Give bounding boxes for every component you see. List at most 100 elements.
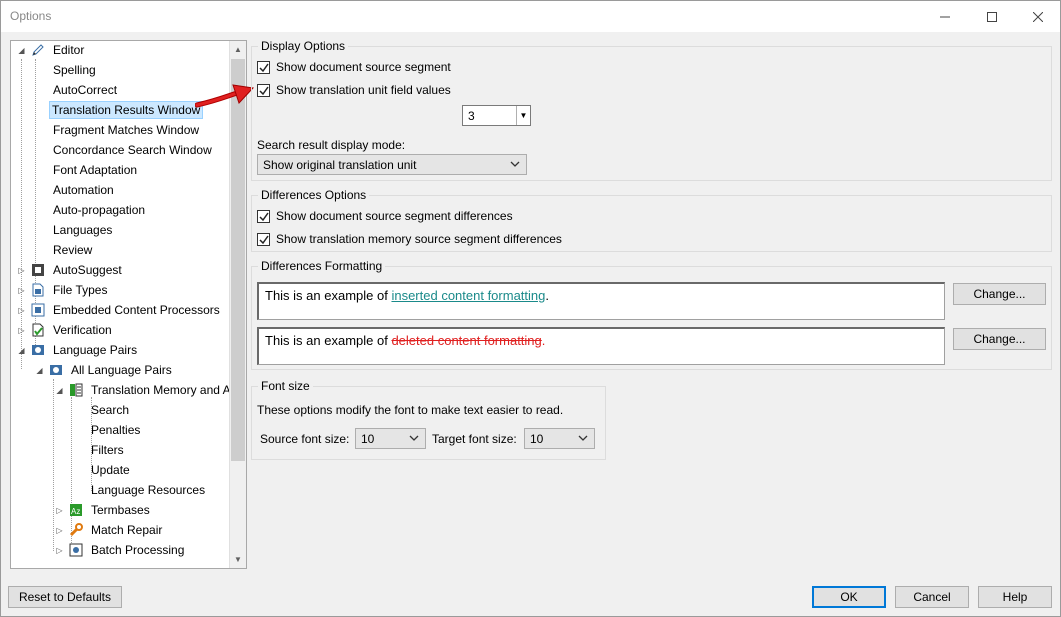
tree-item-editor[interactable]: Editor [51, 41, 86, 59]
collapse-icon[interactable]: ◢ [17, 346, 26, 355]
ok-button[interactable]: OK [812, 586, 886, 608]
tree-item-auto-propagation[interactable]: Auto-propagation [51, 201, 147, 219]
show-tu-field-values-checkbox[interactable] [257, 83, 270, 97]
translation-memory-icon [69, 383, 83, 397]
source-diff-checkbox[interactable] [257, 209, 270, 223]
expand-icon[interactable]: ▷ [55, 506, 64, 515]
tree-item-batch-processing[interactable]: Batch Processing [89, 541, 186, 559]
tree-item-all-language-pairs[interactable]: All Language Pairs [69, 361, 174, 379]
tree-item-embedded-content-processors[interactable]: Embedded Content Processors [51, 301, 222, 319]
collapse-icon[interactable]: ◢ [55, 386, 64, 395]
tree-guide [53, 379, 54, 551]
deleted-example-text: deleted content formatting [391, 333, 542, 348]
source-font-size-dropdown[interactable]: 10 [355, 428, 426, 449]
checkmark-icon [259, 86, 269, 95]
font-size-description: These options modify the font to make te… [257, 403, 564, 417]
tree-item-search[interactable]: Search [89, 401, 131, 419]
tree-item-automation[interactable]: Automation [51, 181, 116, 199]
tree-item-fragment-matches-window[interactable]: Fragment Matches Window [51, 121, 201, 139]
tree-item-translation-results-window[interactable]: Translation Results Window [49, 101, 204, 119]
target-font-size-dropdown[interactable]: 10 [524, 428, 595, 449]
tree-item-match-repair[interactable]: Match Repair [89, 521, 164, 539]
source-diff-row[interactable]: Show document source segment differences [257, 208, 513, 224]
tree-item-filters[interactable]: Filters [89, 441, 126, 459]
checkmark-icon [259, 235, 269, 244]
tree-item-update[interactable]: Update [89, 461, 132, 479]
show-source-segment-checkbox[interactable] [257, 60, 270, 74]
tree-item-review[interactable]: Review [51, 241, 94, 259]
embedded-content-icon [31, 303, 45, 317]
collapse-icon[interactable]: ◢ [17, 46, 26, 55]
show-tu-field-values-row[interactable]: Show translation unit field values [257, 82, 451, 98]
expand-icon[interactable]: ▷ [17, 266, 26, 275]
chevron-down-icon [409, 435, 419, 441]
tree-item-verification[interactable]: Verification [51, 321, 114, 339]
collapse-icon[interactable]: ◢ [35, 366, 44, 375]
termbase-icon: Az [69, 503, 83, 517]
font-size-title: Font size [258, 379, 313, 393]
title-bar: Options [1, 1, 1060, 32]
scroll-down-icon[interactable]: ▼ [230, 551, 246, 568]
scrollbar-thumb[interactable] [231, 59, 245, 461]
show-source-segment-row[interactable]: Show document source segment [257, 59, 451, 75]
inserted-suffix: . [545, 288, 549, 303]
field-count-value: 3 [468, 108, 475, 123]
chevron-down-icon [578, 435, 588, 441]
show-tu-field-values-label: Show translation unit field values [276, 83, 451, 97]
tree-item-languages[interactable]: Languages [51, 221, 114, 239]
field-count-combo[interactable]: 3 ▼ [462, 105, 531, 126]
file-types-icon [31, 283, 45, 297]
close-button[interactable] [1015, 1, 1061, 32]
tree-item-penalties[interactable]: Penalties [89, 421, 142, 439]
tree-item-language-pairs[interactable]: Language Pairs [51, 341, 139, 359]
differences-options-title: Differences Options [258, 188, 370, 202]
cancel-button[interactable]: Cancel [895, 586, 969, 608]
search-mode-dropdown[interactable]: Show original translation unit [257, 154, 527, 175]
target-font-size-label: Target font size: [432, 432, 517, 446]
tree-item-termbases[interactable]: Termbases [89, 501, 152, 519]
expand-icon[interactable]: ▷ [17, 306, 26, 315]
options-dialog: Options ◢ Editor Spelling AutoCorrect Tr… [0, 0, 1061, 617]
tree-item-translation-memory[interactable]: Translation Memory and A [89, 381, 233, 399]
autosuggest-icon [31, 263, 45, 277]
tm-diff-checkbox[interactable] [257, 232, 270, 246]
tree-item-autosuggest[interactable]: AutoSuggest [51, 261, 124, 279]
annotation-arrow-icon [195, 84, 255, 108]
language-pairs-icon [31, 343, 45, 357]
dropdown-arrow-icon[interactable]: ▼ [516, 106, 530, 125]
tree-scrollbar[interactable]: ▲ ▼ [229, 41, 246, 568]
chevron-down-icon [510, 161, 520, 167]
options-tree[interactable]: ◢ Editor Spelling AutoCorrect Translatio… [10, 40, 247, 569]
language-pair-icon [49, 363, 63, 377]
minimize-button[interactable] [922, 1, 968, 32]
maximize-button[interactable] [969, 1, 1015, 32]
window-title: Options [10, 9, 52, 23]
change-inserted-button[interactable]: Change... [953, 283, 1046, 305]
tree-item-language-resources[interactable]: Language Resources [89, 481, 207, 499]
expand-icon[interactable]: ▷ [17, 286, 26, 295]
scroll-up-icon[interactable]: ▲ [230, 41, 246, 58]
tm-diff-row[interactable]: Show translation memory source segment d… [257, 231, 562, 247]
expand-icon[interactable]: ▷ [55, 546, 64, 555]
search-mode-value: Show original translation unit [263, 157, 417, 172]
tree-item-spelling[interactable]: Spelling [51, 61, 98, 79]
verification-icon [31, 323, 45, 337]
help-button[interactable]: Help [978, 586, 1052, 608]
checkmark-icon [259, 212, 269, 221]
expand-icon[interactable]: ▷ [55, 526, 64, 535]
search-mode-label: Search result display mode: [257, 138, 406, 152]
tree-item-font-adaptation[interactable]: Font Adaptation [51, 161, 139, 179]
reset-defaults-button[interactable]: Reset to Defaults [8, 586, 122, 608]
change-deleted-button[interactable]: Change... [953, 328, 1046, 350]
display-options-title: Display Options [258, 39, 349, 53]
expand-icon[interactable]: ▷ [17, 326, 26, 335]
minimize-icon [940, 16, 950, 17]
tree-item-concordance-search-window[interactable]: Concordance Search Window [51, 141, 214, 159]
tm-diff-label: Show translation memory source segment d… [276, 232, 562, 246]
svg-text:Az: Az [71, 507, 80, 516]
tree-item-file-types[interactable]: File Types [51, 281, 109, 299]
source-font-size-value: 10 [361, 431, 375, 446]
tree-item-autocorrect[interactable]: AutoCorrect [51, 81, 119, 99]
inserted-example-text: inserted content formatting [391, 288, 546, 303]
checkmark-icon [259, 63, 269, 72]
